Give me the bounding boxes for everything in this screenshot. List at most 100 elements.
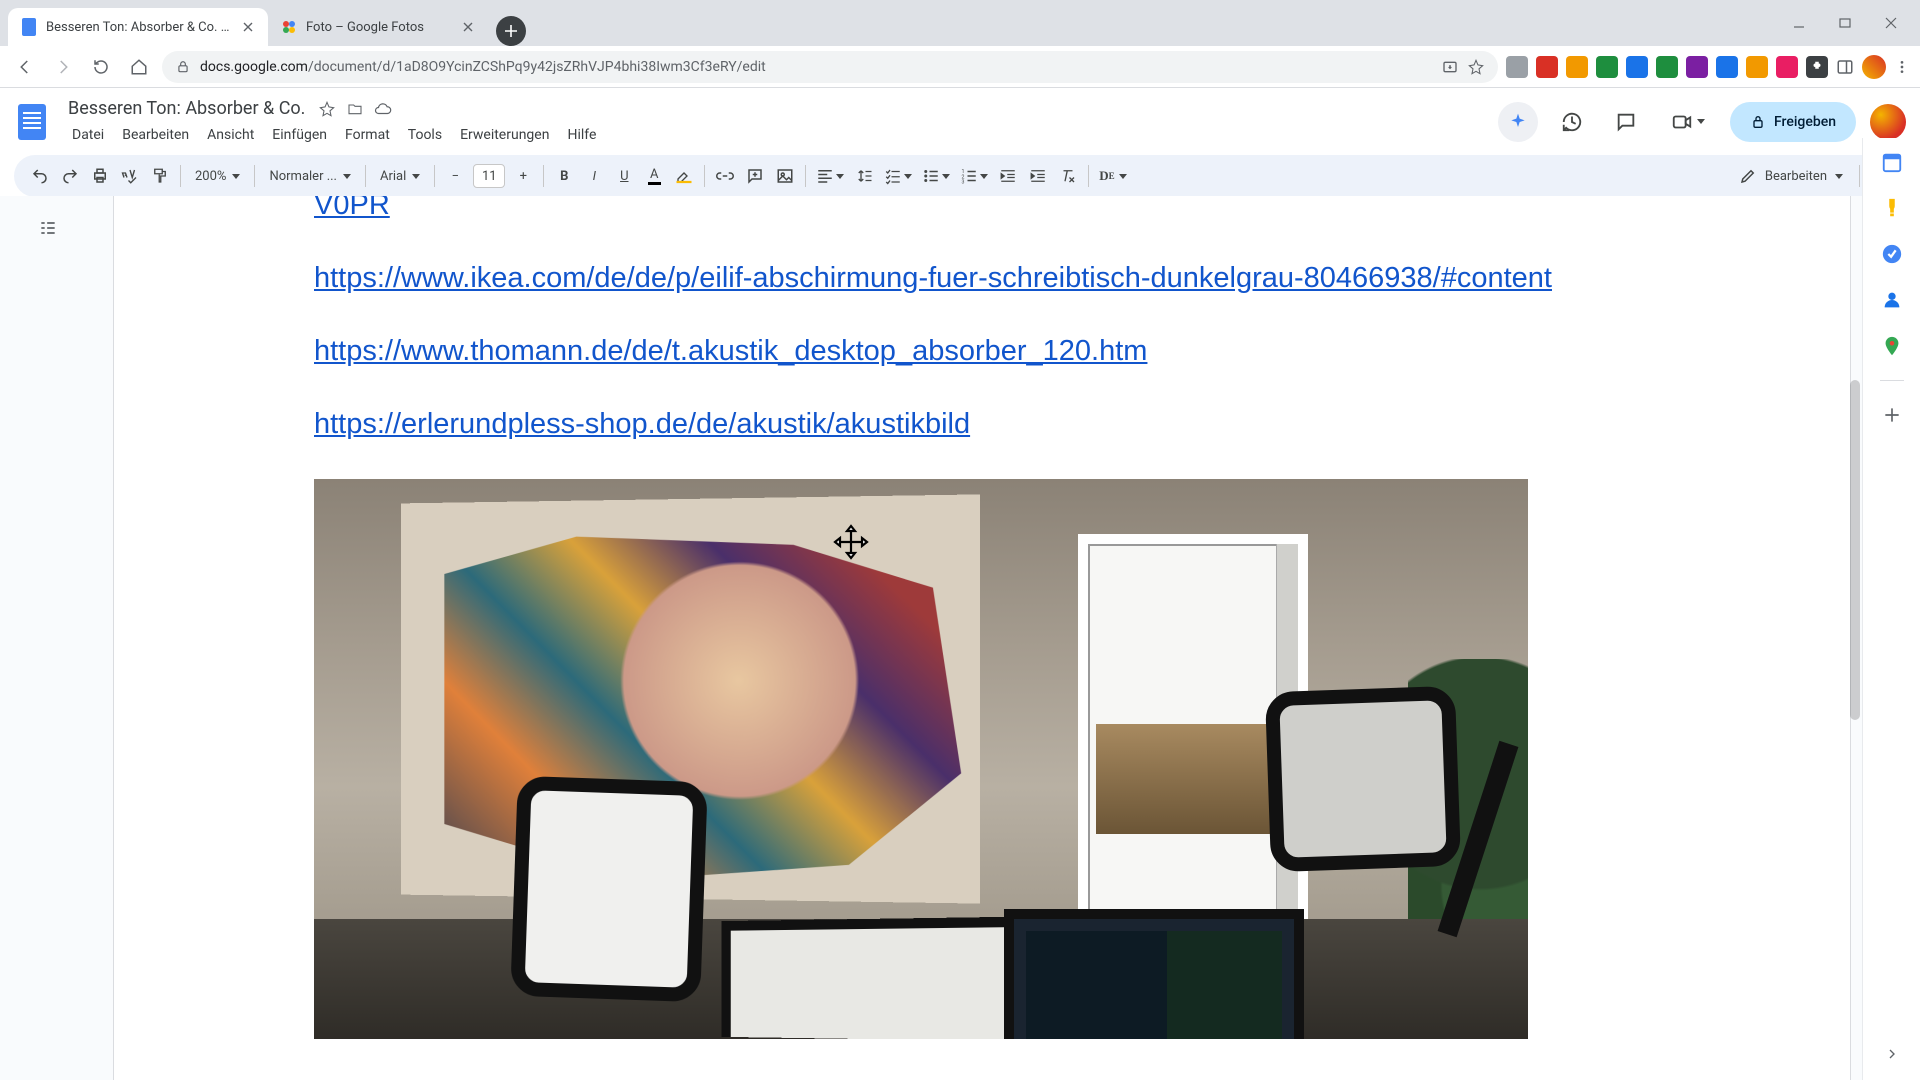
add-comment-button[interactable] — [741, 162, 769, 190]
reload-button[interactable] — [86, 52, 116, 82]
tasks-icon[interactable] — [1880, 242, 1904, 266]
close-icon[interactable] — [460, 19, 476, 35]
menu-file[interactable]: Datei — [64, 123, 112, 147]
chevron-down-icon — [904, 174, 912, 179]
contacts-icon[interactable] — [1880, 288, 1904, 312]
paint-format-button[interactable] — [146, 162, 174, 190]
document-title[interactable]: Besseren Ton: Absorber & Co. — [64, 96, 309, 121]
menu-insert[interactable]: Einfügen — [264, 123, 335, 147]
line-spacing-button[interactable] — [850, 162, 878, 190]
extension-icon[interactable] — [1596, 56, 1618, 78]
history-button[interactable] — [1552, 102, 1592, 142]
star-icon[interactable] — [1468, 59, 1484, 75]
gemini-button[interactable] — [1498, 102, 1538, 142]
menu-edit[interactable]: Bearbeiten — [114, 123, 197, 147]
account-avatar[interactable] — [1870, 104, 1906, 140]
menu-extensions[interactable]: Erweiterungen — [452, 123, 557, 147]
document-link[interactable]: V0PR — [314, 196, 1778, 225]
keep-icon[interactable] — [1880, 196, 1904, 220]
tab-photos[interactable]: Foto – Google Fotos — [268, 8, 488, 46]
extension-icon[interactable] — [1566, 56, 1588, 78]
vertical-scrollbar[interactable] — [1850, 380, 1860, 720]
docs-logo[interactable] — [14, 100, 50, 144]
extension-icon[interactable] — [1626, 56, 1648, 78]
checklist-button[interactable] — [880, 162, 916, 190]
document-image[interactable] — [314, 479, 1528, 1039]
tab-docs[interactable]: Besseren Ton: Absorber & Co. - G — [8, 8, 268, 46]
menu-icon[interactable] — [1894, 59, 1910, 75]
extensions-menu-icon[interactable] — [1806, 56, 1828, 78]
document-link[interactable]: https://www.ikea.com/de/de/p/eilif-absch… — [314, 259, 1778, 298]
share-label: Freigeben — [1774, 114, 1836, 130]
outline-toggle-button[interactable] — [30, 210, 66, 246]
font-size-input[interactable]: 11 — [473, 164, 505, 188]
hide-side-panel-button[interactable] — [1884, 1046, 1900, 1062]
paragraph-style-select[interactable]: Normaler ... — [261, 162, 359, 190]
clear-formatting-button[interactable] — [1054, 162, 1082, 190]
meet-button[interactable] — [1660, 102, 1716, 142]
decrease-indent-button[interactable] — [994, 162, 1022, 190]
close-window-icon[interactable] — [1868, 8, 1914, 38]
forward-button[interactable] — [48, 52, 78, 82]
extension-icon[interactable] — [1746, 56, 1768, 78]
bulleted-list-button[interactable] — [918, 162, 954, 190]
maps-icon[interactable] — [1880, 334, 1904, 358]
side-panel-icon[interactable] — [1836, 58, 1854, 76]
share-button[interactable]: Freigeben — [1730, 102, 1856, 142]
extension-icon[interactable] — [1776, 56, 1798, 78]
print-button[interactable] — [86, 162, 114, 190]
spellcheck-button[interactable] — [116, 162, 144, 190]
menu-format[interactable]: Format — [337, 123, 398, 147]
italic-button[interactable]: I — [580, 162, 608, 190]
extension-icon[interactable] — [1506, 56, 1528, 78]
align-button[interactable] — [812, 162, 848, 190]
move-icon[interactable] — [345, 99, 365, 119]
back-button[interactable] — [10, 52, 40, 82]
url-text: docs.google.com/document/d/1aD8O9YcinZCS… — [200, 59, 1432, 75]
bold-button[interactable]: B — [550, 162, 578, 190]
maximize-icon[interactable] — [1822, 8, 1868, 38]
tab-strip: Besseren Ton: Absorber & Co. - G Foto – … — [0, 0, 1920, 46]
extension-icon[interactable] — [1716, 56, 1738, 78]
zoom-select[interactable]: 200% — [187, 162, 248, 190]
document-link[interactable]: https://erlerundpless-shop.de/de/akustik… — [314, 405, 1778, 444]
calendar-icon[interactable] — [1880, 150, 1904, 174]
home-button[interactable] — [124, 52, 154, 82]
profile-avatar[interactable] — [1862, 55, 1886, 79]
menu-view[interactable]: Ansicht — [199, 123, 262, 147]
chevron-down-icon — [1119, 174, 1127, 179]
numbered-list-button[interactable]: 123 — [956, 162, 992, 190]
highlight-button[interactable] — [670, 162, 698, 190]
extension-icon[interactable] — [1536, 56, 1558, 78]
pencil-icon — [1739, 167, 1757, 185]
extension-icon[interactable] — [1686, 56, 1708, 78]
minimize-icon[interactable] — [1776, 8, 1822, 38]
omnibox[interactable]: docs.google.com/document/d/1aD8O9YcinZCS… — [162, 51, 1498, 83]
menu-help[interactable]: Hilfe — [559, 123, 604, 147]
dictate-button[interactable]: DE — [1095, 162, 1130, 190]
text-color-button[interactable]: A — [640, 162, 668, 190]
extension-icon[interactable] — [1656, 56, 1678, 78]
install-icon[interactable] — [1442, 59, 1458, 75]
toolbar: 200% Normaler ... Arial − 11 + B I U A 1… — [14, 155, 1906, 197]
underline-button[interactable]: U — [610, 162, 638, 190]
star-icon[interactable] — [317, 99, 337, 119]
lock-icon — [176, 60, 190, 74]
menu-tools[interactable]: Tools — [400, 123, 450, 147]
editing-mode-select[interactable]: Bearbeiten — [1729, 167, 1853, 185]
decrease-font-button[interactable]: − — [441, 164, 469, 188]
undo-button[interactable] — [26, 162, 54, 190]
insert-image-button[interactable] — [771, 162, 799, 190]
comments-button[interactable] — [1606, 102, 1646, 142]
increase-indent-button[interactable] — [1024, 162, 1052, 190]
get-addons-button[interactable] — [1880, 403, 1904, 427]
document-canvas[interactable]: V0PR https://www.ikea.com/de/de/p/eilif-… — [0, 196, 1862, 1080]
new-tab-button[interactable] — [496, 16, 526, 46]
document-link[interactable]: https://www.thomann.de/de/t.akustik_desk… — [314, 332, 1778, 371]
increase-font-button[interactable]: + — [509, 164, 537, 188]
insert-link-button[interactable] — [711, 162, 739, 190]
cloud-status-icon[interactable] — [373, 99, 393, 119]
redo-button[interactable] — [56, 162, 84, 190]
close-icon[interactable] — [240, 19, 256, 35]
font-select[interactable]: Arial — [372, 162, 428, 190]
